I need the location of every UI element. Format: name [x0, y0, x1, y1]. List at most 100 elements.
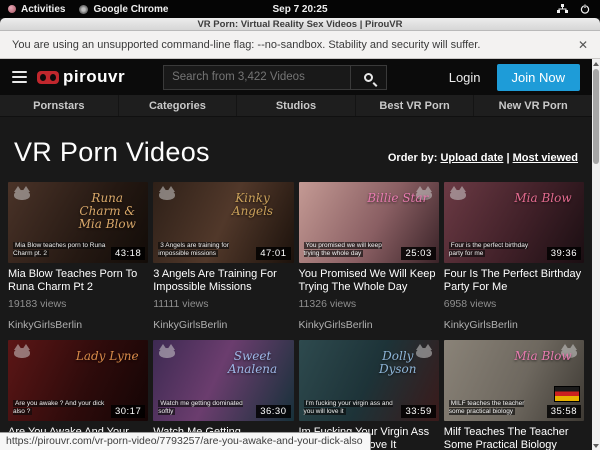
video-card-2[interactable]: Kinky Angels 3 Angels are training for i… [153, 182, 293, 331]
thumbnail-overlay-title: Mia Blow [508, 350, 578, 363]
video-studio-link[interactable]: KinkyGirlsBerlin [8, 319, 148, 331]
video-thumbnail[interactable]: Billie Star You promised we will keep tr… [299, 182, 439, 263]
nav-item-best-vr-porn[interactable]: Best VR Porn [356, 95, 475, 116]
video-card-8[interactable]: Mia Blow MILF teaches the teacher some p… [444, 340, 584, 450]
nav-item-studios[interactable]: Studios [237, 95, 356, 116]
video-thumbnail[interactable]: Sweet Analena Watch me getting dominated… [153, 340, 293, 421]
video-title[interactable]: Milf Teaches The Teacher Some Practical … [444, 426, 584, 450]
search-bar [163, 65, 387, 90]
thumbnail-overlay-title: Runa Charm & Mia Blow [72, 192, 142, 231]
thumbnail-overlay-title: Kinky Angels [218, 192, 288, 218]
main-nav: Pornstars Categories Studios Best VR Por… [0, 95, 592, 117]
site-logo-text: pirouvr [63, 67, 125, 87]
activities-icon [8, 5, 16, 13]
video-studio-link[interactable]: KinkyGirlsBerlin [153, 319, 293, 331]
video-studio-link[interactable]: KinkyGirlsBerlin [299, 319, 439, 331]
video-duration-badge: 47:01 [256, 247, 290, 260]
thumbnail-overlay-title: Mia Blow [508, 192, 578, 205]
studio-cat-mask-icon [13, 186, 31, 200]
video-duration-badge: 36:30 [256, 405, 290, 418]
video-title[interactable]: Mia Blow Teaches Porn To Runa Charm Pt 2 [8, 268, 148, 294]
thumbnail-caption: Watch me getting dominated softly [158, 400, 251, 416]
scroll-down-arrow-icon[interactable] [592, 441, 600, 450]
window-title: VR Porn: Virtual Reality Sex Videos | Pi… [197, 19, 402, 30]
order-by-upload-date-link[interactable]: Upload date [440, 152, 503, 164]
thumbnail-caption: You promised we will keep trying the who… [304, 242, 397, 258]
video-views: 6958 views [444, 298, 584, 310]
video-title[interactable]: Four Is The Perfect Birthday Party For M… [444, 268, 584, 294]
infobar-close-icon[interactable]: ✕ [578, 38, 588, 52]
join-now-button[interactable]: Join Now [497, 64, 580, 91]
video-views: 11326 views [299, 298, 439, 310]
vr-headset-icon [37, 71, 59, 84]
thumbnail-caption: Mia Blow teaches porn to Runa Charm pt. … [13, 242, 106, 258]
video-thumbnail[interactable]: Mia Blow Four is the perfect birthday pa… [444, 182, 584, 263]
order-by-controls: Order by: Upload date | Most viewed [388, 152, 578, 168]
scrollbar-thumb[interactable] [593, 69, 599, 164]
login-link[interactable]: Login [449, 70, 481, 85]
studio-cat-mask-icon [158, 186, 176, 200]
video-duration-badge: 33:59 [401, 405, 435, 418]
browser-viewport: pirouvr Login Join Now Pornstars Categor… [0, 59, 600, 450]
video-thumbnail[interactable]: Kinky Angels 3 Angels are training for i… [153, 182, 293, 263]
video-title[interactable]: You Promised We Will Keep Trying The Who… [299, 268, 439, 294]
studio-cat-mask-icon [13, 344, 31, 358]
video-grid: Runa Charm & Mia Blow Mia Blow teaches p… [0, 168, 592, 450]
network-icon[interactable] [557, 4, 568, 14]
video-thumbnail[interactable]: Runa Charm & Mia Blow Mia Blow teaches p… [8, 182, 148, 263]
video-thumbnail[interactable]: Dolly Dyson I'm fucking your virgin ass … [299, 340, 439, 421]
nav-item-categories[interactable]: Categories [119, 95, 238, 116]
activities-label: Activities [21, 4, 65, 15]
search-button[interactable] [351, 65, 387, 90]
thumbnail-overlay-title: Lady Lyne [72, 350, 142, 363]
german-flag-icon [554, 386, 580, 402]
page-title: VR Porn Videos [14, 137, 210, 168]
thumbnail-caption: Four is the perfect birthday party for m… [449, 242, 542, 258]
thumbnail-caption: 3 Angels are training for impossible mis… [158, 242, 251, 258]
order-by-label: Order by: [388, 152, 438, 164]
video-duration-badge: 39:36 [547, 247, 581, 260]
studio-cat-mask-icon [158, 344, 176, 358]
window-titlebar[interactable]: VR Porn: Virtual Reality Sex Videos | Pi… [0, 18, 600, 31]
video-duration-badge: 35:58 [547, 405, 581, 418]
site-logo[interactable]: pirouvr [37, 67, 125, 87]
video-card-1[interactable]: Runa Charm & Mia Blow Mia Blow teaches p… [8, 182, 148, 331]
thumbnail-caption: Are you awake ? And your dick also ? [13, 400, 106, 416]
thumbnail-caption: MILF teaches the teacher some practical … [449, 400, 542, 416]
chrome-icon [79, 5, 88, 14]
video-card-3[interactable]: Billie Star You promised we will keep tr… [299, 182, 439, 331]
hamburger-menu-icon[interactable] [12, 71, 27, 83]
search-icon [364, 73, 373, 82]
search-input[interactable] [163, 65, 351, 90]
video-views: 19183 views [8, 298, 148, 310]
video-studio-link[interactable]: KinkyGirlsBerlin [444, 319, 584, 331]
video-duration-badge: 43:18 [111, 247, 145, 260]
studio-cat-mask-icon [449, 186, 467, 200]
video-duration-badge: 30:17 [111, 405, 145, 418]
thumbnail-overlay-title: Billie Star [363, 192, 433, 205]
status-bar-url: https://pirouvr.com/vr-porn-video/779325… [0, 432, 371, 450]
thumbnail-overlay-title: Dolly Dyson [363, 350, 433, 376]
page-header: VR Porn Videos Order by: Upload date | M… [0, 117, 592, 168]
thumbnail-overlay-title: Sweet Analena [218, 350, 288, 376]
infobar-message: You are using an unsupported command-lin… [12, 39, 480, 51]
video-thumbnail[interactable]: Mia Blow MILF teaches the teacher some p… [444, 340, 584, 421]
chrome-infobar: You are using an unsupported command-lin… [0, 31, 600, 59]
scroll-up-arrow-icon[interactable] [592, 59, 600, 68]
video-card-4[interactable]: Mia Blow Four is the perfect birthday pa… [444, 182, 584, 331]
order-by-separator: | [506, 152, 509, 164]
nav-item-pornstars[interactable]: Pornstars [0, 95, 119, 116]
app-menu-label: Google Chrome [93, 4, 168, 15]
system-top-bar: Activities Google Chrome Sep 7 20:25 [0, 0, 600, 18]
order-by-most-viewed-link[interactable]: Most viewed [513, 152, 578, 164]
activities-button[interactable]: Activities [8, 4, 65, 15]
site-header: pirouvr Login Join Now [0, 59, 592, 95]
nav-item-new-vr-porn[interactable]: New VR Porn [474, 95, 592, 116]
video-views: 11111 views [153, 298, 293, 310]
video-title[interactable]: 3 Angels Are Training For Impossible Mis… [153, 268, 293, 294]
video-duration-badge: 25:03 [401, 247, 435, 260]
video-thumbnail[interactable]: Lady Lyne Are you awake ? And your dick … [8, 340, 148, 421]
vertical-scrollbar[interactable] [592, 59, 600, 450]
power-icon[interactable] [580, 4, 590, 14]
app-menu-button[interactable]: Google Chrome [79, 4, 168, 15]
